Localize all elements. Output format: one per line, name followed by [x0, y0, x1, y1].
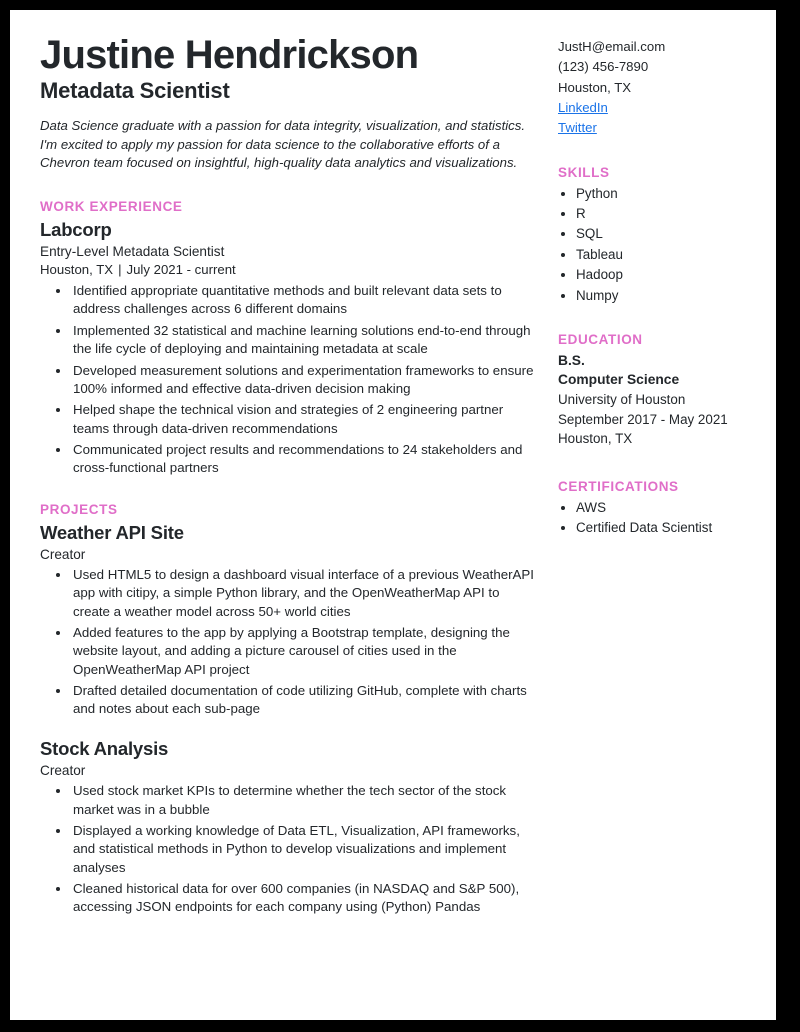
job-role: Entry-Level Metadata Scientist: [40, 244, 225, 260]
education-school: University of Houston: [558, 392, 686, 408]
certification-item: Certified Data Scientist: [576, 518, 766, 538]
skills-block: SKILLS Python R SQL Tableau Hadoop Numpy: [558, 165, 766, 306]
education-major: Computer Science: [558, 372, 680, 388]
section-heading-certifications: CERTIFICATIONS: [558, 478, 679, 494]
certifications-list: AWS Certified Data Scientist: [558, 498, 766, 539]
section-heading-skills: SKILLS: [558, 164, 610, 180]
contact-twitter-item: Twitter: [558, 118, 766, 138]
employer-name: Labcorp: [40, 218, 112, 240]
education-block: EDUCATION B.S. Computer Science Universi…: [558, 332, 766, 449]
job-dates: July 2021 - current: [126, 262, 236, 278]
job-meta: Houston, TX | July 2021 - current: [40, 261, 538, 280]
section-heading-work-experience: WORK EXPERIENCE: [40, 198, 183, 214]
education-degree: B.S.: [558, 352, 585, 368]
education-dates: September 2017 - May 2021: [558, 411, 728, 427]
candidate-job-title: Metadata Scientist: [40, 78, 230, 104]
contact-location: Houston, TX: [558, 79, 632, 95]
twitter-link[interactable]: Twitter: [558, 120, 597, 135]
project-bullet-list: Used stock market KPIs to determine whet…: [40, 782, 538, 916]
project-role: Creator: [40, 762, 86, 778]
skill-item: Tableau: [576, 245, 766, 265]
certification-item: AWS: [576, 498, 766, 518]
project-bullet: Displayed a working knowledge of Data ET…: [71, 822, 538, 877]
project-bullet: Used stock market KPIs to determine whet…: [71, 782, 538, 819]
project-bullet: Cleaned historical data for over 600 com…: [71, 880, 538, 917]
professional-summary: Data Science graduate with a passion for…: [40, 117, 526, 171]
main-column: Justine Hendrickson Metadata Scientist D…: [40, 34, 548, 920]
project-entry-stock-analysis: Stock Analysis Creator Used stock market…: [40, 737, 538, 917]
linkedin-link[interactable]: LinkedIn: [558, 100, 608, 115]
certifications-block: CERTIFICATIONS AWS Certified Data Scient…: [558, 479, 766, 539]
contact-email: JustH@email.com: [558, 39, 666, 54]
section-heading-projects: PROJECTS: [40, 501, 118, 517]
contact-phone: (123) 456-7890: [558, 59, 649, 75]
job-bullet: Helped shape the technical vision and st…: [71, 401, 538, 438]
side-column: JustH@email.com (123) 456-7890 Houston, …: [548, 34, 766, 538]
skill-item: Numpy: [576, 286, 766, 306]
job-bullet: Communicated project results and recomme…: [71, 441, 538, 478]
project-bullet: Drafted detailed documentation of code u…: [71, 682, 538, 719]
skill-item: SQL: [576, 224, 766, 244]
education-location: Houston, TX: [558, 431, 633, 447]
candidate-name: Justine Hendrickson: [40, 33, 419, 77]
contact-linkedin-item: LinkedIn: [558, 98, 766, 118]
resume-document: Justine Hendrickson Metadata Scientist D…: [10, 10, 776, 1020]
job-bullet: Implemented 32 statistical and machine l…: [71, 322, 538, 359]
project-name: Weather API Site: [40, 521, 184, 543]
skill-item: R: [576, 204, 766, 224]
project-role: Creator: [40, 546, 86, 562]
contact-block: JustH@email.com (123) 456-7890 Houston, …: [558, 37, 766, 139]
page-frame: Justine Hendrickson Metadata Scientist D…: [0, 0, 800, 1032]
resume-layout: Justine Hendrickson Metadata Scientist D…: [40, 34, 748, 920]
skill-item: Hadoop: [576, 265, 766, 285]
project-name: Stock Analysis: [40, 737, 169, 759]
project-entry-weather-api-site: Weather API Site Creator Used HTML5 to d…: [40, 521, 538, 719]
project-bullet: Added features to the app by applying a …: [71, 624, 538, 679]
project-bullet-list: Used HTML5 to design a dashboard visual …: [40, 566, 538, 719]
skills-list: Python R SQL Tableau Hadoop Numpy: [558, 184, 766, 306]
skill-item: Python: [576, 184, 766, 204]
section-heading-education: EDUCATION: [558, 331, 643, 347]
meta-separator: |: [118, 262, 122, 278]
work-experience-entry: Labcorp Entry-Level Metadata Scientist H…: [40, 218, 538, 478]
job-bullet: Developed measurement solutions and expe…: [71, 362, 538, 399]
project-bullet: Used HTML5 to design a dashboard visual …: [71, 566, 538, 621]
job-bullet: Identified appropriate quantitative meth…: [71, 282, 538, 319]
job-bullet-list: Identified appropriate quantitative meth…: [40, 282, 538, 477]
job-location: Houston, TX: [40, 262, 114, 278]
